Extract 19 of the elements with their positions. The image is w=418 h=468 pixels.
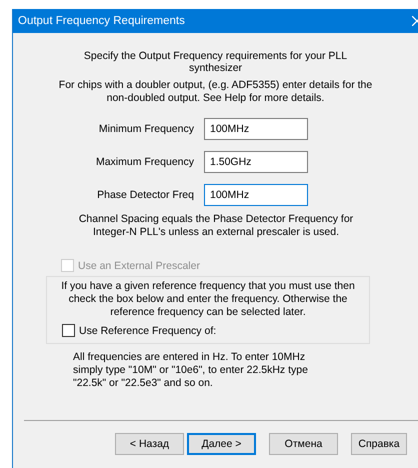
field-label: Minimum Frequency (98, 123, 194, 135)
input-field[interactable]: 100MHz (204, 184, 308, 206)
checkbox-label: Use Reference Frequency of: (79, 324, 216, 336)
input-field[interactable]: 1.50GHz (204, 151, 308, 173)
field-label: Maximum Frequency (94, 156, 194, 168)
intro-text: Specify the Output Frequency requirements for your PLL synthesizer (82, 50, 348, 74)
wizard-button[interactable]: Справка (351, 433, 407, 455)
intro-text: For chips with a doubler output, (e.g. ADF5355) enter details for the non-doubled output. See Help for more details. (58, 79, 374, 105)
checkbox-label: Use an External Prescaler (78, 260, 200, 272)
field-label: Phase Detector Freq (96, 189, 194, 201)
window-title: Output Frequency Requirements (18, 15, 185, 27)
wizard-button[interactable]: < Назад (115, 433, 184, 455)
wizard-button[interactable]: Отмена (269, 433, 338, 455)
wizard-button[interactable]: Далее > (187, 433, 256, 455)
checkbox[interactable] (62, 324, 75, 337)
info-text: If you have a given reference frequency that you must use then check the box below and enter the frequency. Otherwise the reference frequency can be selected later. (60, 280, 356, 319)
hint-text: All frequencies are entered in Hz. To enter 10MHz simply type "10M" or "10e6", to enter 22.5kHz type "22.5k" or "22.5e3" and so on. (73, 351, 309, 390)
input-field[interactable]: 100MHz (204, 118, 308, 140)
note-text: Channel Spacing equals the Phase Detector Frequency for Integer-N PLL's unless an external prescaler is used. (78, 213, 354, 239)
